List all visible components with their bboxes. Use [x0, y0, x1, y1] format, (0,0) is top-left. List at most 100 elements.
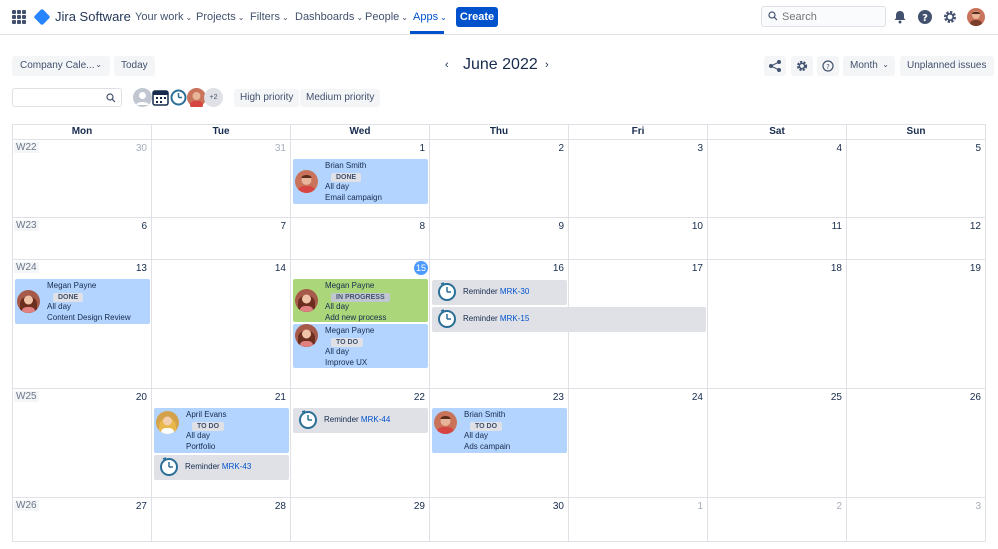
help-icon[interactable]: ? — [917, 9, 933, 25]
issue-key-link[interactable]: MRK-43 — [222, 462, 251, 471]
today-button[interactable]: Today — [114, 56, 155, 76]
event-title: Add new process — [325, 312, 387, 322]
search-input[interactable] — [782, 9, 882, 24]
week-number: W23 — [14, 220, 39, 231]
chevron-down-icon: ⌄ — [882, 60, 889, 69]
day-cell[interactable]: 11 — [708, 218, 847, 260]
notifications-bell-icon[interactable] — [892, 9, 908, 25]
day-cell[interactable]: W26 27 — [13, 498, 152, 541]
day-cell[interactable]: 8 — [291, 218, 430, 260]
day-number: 5 — [975, 143, 981, 154]
day-cell[interactable]: 30 — [430, 498, 569, 541]
app-switcher-icon[interactable] — [12, 10, 26, 24]
event-card[interactable]: April Evans TO DO All day Portfolio — [154, 408, 289, 453]
calendar-select[interactable]: Company Cale... ⌄ — [12, 56, 110, 76]
chevron-down-icon: ⌄ — [356, 13, 364, 22]
nav-projects[interactable]: Projects ⌄ — [196, 11, 244, 23]
assignee-name: Megan Payne — [325, 326, 375, 335]
high-priority-filter[interactable]: High priority — [234, 89, 300, 107]
create-button[interactable]: Create — [456, 7, 498, 27]
issue-key-link[interactable]: MRK-30 — [500, 287, 529, 296]
assignee-name: Megan Payne — [47, 281, 97, 290]
day-cell[interactable]: 2 — [430, 140, 569, 218]
view-select[interactable]: Month ⌄ — [843, 56, 895, 76]
day-cell[interactable]: W22 30 — [13, 140, 152, 218]
reminder-card[interactable]: Reminder MRK-30 — [432, 280, 567, 305]
day-cell[interactable]: 2 — [708, 498, 847, 541]
day-cell[interactable]: 14 — [152, 260, 291, 389]
day-cell[interactable]: 4 — [708, 140, 847, 218]
event-card[interactable]: Brian Smith TO DO All day Ads campain — [432, 408, 567, 453]
day-cell[interactable]: 10 — [569, 218, 708, 260]
jira-logo[interactable]: Jira Software — [33, 8, 131, 25]
event-card[interactable]: Megan Payne IN PROGRESS All day Add new … — [293, 279, 428, 322]
reminder-card[interactable]: Reminder MRK-44 — [293, 408, 428, 433]
filter-search-input[interactable] — [12, 88, 122, 107]
issue-key-link[interactable]: MRK-15 — [500, 314, 529, 323]
unplanned-issues-button[interactable]: Unplanned issues — [900, 56, 994, 76]
nav-people[interactable]: People ⌄ — [365, 11, 408, 23]
event-time: All day — [47, 302, 72, 311]
day-cell[interactable]: 24 — [569, 389, 708, 498]
user-profile-avatar[interactable] — [967, 8, 985, 26]
assignee-avatar — [434, 411, 457, 434]
reminder-card[interactable]: Reminder MRK-43 — [154, 455, 289, 480]
day-cell[interactable]: W23 6 — [13, 218, 152, 260]
day-cell[interactable]: 7 — [152, 218, 291, 260]
svg-text:?: ? — [826, 63, 830, 71]
day-cell[interactable]: 29 — [291, 498, 430, 541]
event-card[interactable]: Brian Smith DONE All day Email campaign — [293, 159, 428, 204]
day-cell[interactable]: 25 — [708, 389, 847, 498]
calendar-settings-button[interactable] — [791, 56, 813, 76]
medium-priority-filter[interactable]: Medium priority — [300, 89, 381, 107]
issue-key-link[interactable]: MRK-44 — [361, 415, 390, 424]
day-cell[interactable]: 5 — [847, 140, 985, 218]
event-title: Content Design Review — [47, 312, 131, 322]
day-number: 10 — [691, 221, 703, 232]
day-cell[interactable]: 1 — [569, 498, 708, 541]
day-cell[interactable]: 18 — [708, 260, 847, 389]
global-search[interactable] — [761, 6, 886, 27]
status-badge: DONE — [331, 172, 362, 182]
day-cell[interactable]: 22 — [291, 389, 430, 498]
prev-month-button[interactable]: ‹ — [445, 59, 449, 71]
event-card[interactable]: Megan Payne TO DO All day Improve UX — [293, 324, 428, 368]
help-button[interactable]: ? — [817, 56, 839, 76]
nav-apps[interactable]: Apps ⌄ — [413, 11, 447, 23]
week-number: W24 — [14, 262, 39, 273]
weekday-header: Tue — [152, 125, 291, 140]
calendar-filter-icon[interactable] — [151, 88, 170, 107]
event-card[interactable]: Megan Payne DONE All day Content Design … — [15, 279, 150, 324]
assignee-name: Megan Payne — [325, 281, 375, 290]
day-number: 12 — [969, 221, 981, 232]
day-cell[interactable]: 28 — [152, 498, 291, 541]
assignee-avatar — [156, 411, 179, 434]
nav-your-work[interactable]: Your work ⌄ — [135, 11, 192, 23]
reminder-card[interactable]: Reminder MRK-15 — [432, 307, 706, 332]
reminder-label: Reminder — [185, 462, 220, 471]
day-number: 30 — [552, 501, 564, 512]
reminder-filter-icon[interactable] — [169, 88, 188, 107]
day-cell[interactable]: 31 — [152, 140, 291, 218]
day-cell[interactable]: 3 — [569, 140, 708, 218]
event-title: Email campaign — [325, 192, 382, 202]
top-navigation: Jira Software Your work ⌄ Projects ⌄ Filte… — [0, 0, 998, 35]
more-users-badge[interactable]: +2 — [204, 88, 223, 107]
day-cell[interactable]: W25 20 — [13, 389, 152, 498]
day-cell[interactable]: 12 — [847, 218, 985, 260]
chevron-down-icon: ⌄ — [281, 13, 289, 22]
day-cell[interactable]: 9 — [430, 218, 569, 260]
chevron-down-icon: ⌄ — [401, 13, 408, 22]
next-month-button[interactable]: › — [545, 59, 549, 71]
day-cell[interactable]: 3 — [847, 498, 985, 541]
day-cell[interactable]: 26 — [847, 389, 985, 498]
share-button[interactable] — [764, 56, 786, 76]
day-cell[interactable]: 19 — [847, 260, 985, 389]
unassigned-user-avatar[interactable] — [133, 88, 152, 107]
nav-filters[interactable]: Filters ⌄ — [250, 11, 289, 23]
week-number: W26 — [14, 500, 39, 511]
month-title: June 2022 — [463, 56, 538, 73]
event-time: All day — [186, 431, 211, 440]
nav-dashboards[interactable]: Dashboards ⌄ — [295, 11, 363, 23]
settings-gear-icon[interactable] — [942, 9, 958, 25]
